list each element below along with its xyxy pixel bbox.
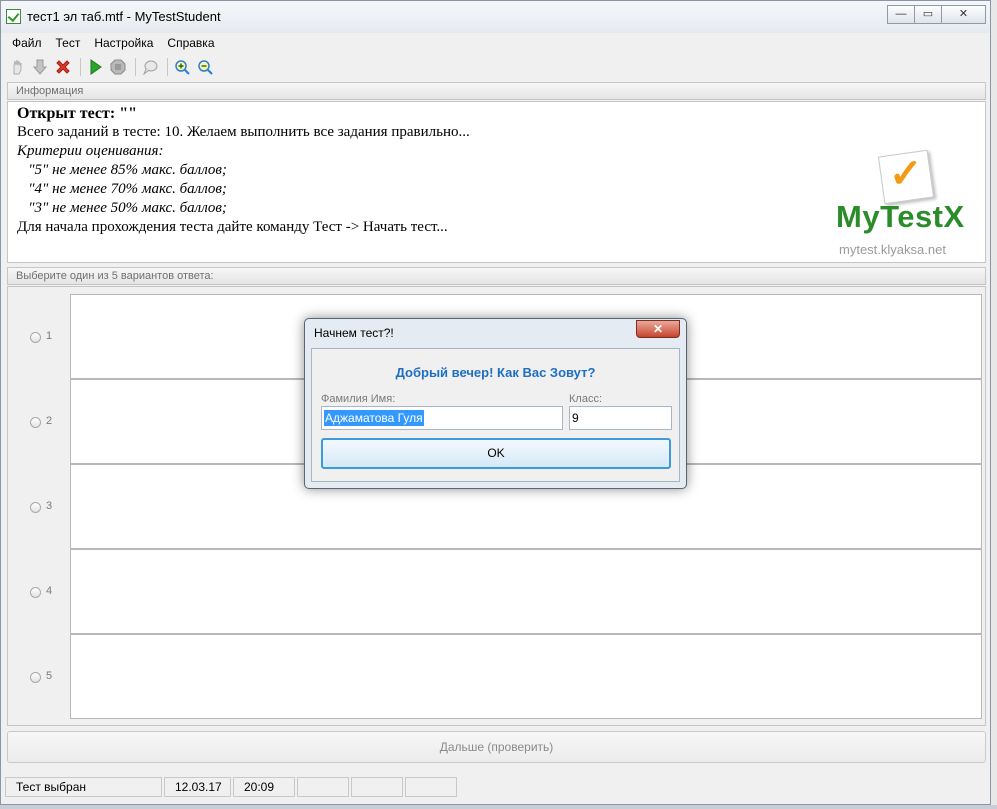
dialog-body: Добрый вечер! Как Вас Зовут? Фамилия Имя… [311, 348, 680, 482]
mytestx-logo: ✓ MyTestX mytest.klyaksa.net [829, 147, 977, 263]
hand-icon[interactable] [7, 57, 27, 77]
answer-option: 4 [8, 549, 985, 634]
info-header: Информация [7, 82, 986, 100]
close-button[interactable]: ✕ [941, 5, 986, 24]
answer-text-box[interactable] [70, 549, 982, 634]
minimize-button[interactable]: — [887, 5, 915, 24]
main-window: тест1 эл таб.mtf - MyTestStudent — ▭ ✕ Ф… [0, 0, 991, 805]
start-test-dialog: Начнем тест?! ✕ Добрый вечер! Как Вас Зо… [304, 318, 687, 489]
app-check-icon [6, 9, 21, 24]
next-check-button[interactable]: Дальше (проверить) [7, 731, 986, 763]
toolbar [7, 56, 218, 78]
answer-text-box[interactable] [70, 634, 982, 719]
menu-file[interactable]: Файл [5, 34, 49, 54]
answer-number: 2 [46, 415, 53, 427]
logo-checkmark-icon: ✓ [889, 152, 923, 196]
answers-header: Выберите один из 5 вариантов ответа: [7, 267, 986, 285]
menu-test[interactable]: Тест [49, 34, 88, 54]
ok-button[interactable]: OK [321, 438, 671, 469]
toolbar-separator [135, 58, 136, 76]
menu-settings[interactable]: Настройка [87, 34, 160, 54]
answer-number: 4 [46, 585, 53, 597]
class-label: Класс: [569, 393, 602, 405]
status-empty [405, 777, 457, 797]
delete-x-icon[interactable] [53, 57, 73, 77]
dialog-close-button[interactable]: ✕ [636, 320, 680, 338]
toolbar-separator [80, 58, 81, 76]
opened-test-line: Открыт тест: "" [17, 105, 137, 122]
total-tasks-line: Всего заданий в тесте: 10. Желаем выполн… [17, 124, 470, 140]
class-field[interactable]: 9 [569, 406, 672, 430]
menu-help[interactable]: Справка [160, 34, 221, 54]
answer-radio[interactable] [30, 672, 41, 683]
answer-number: 3 [46, 500, 53, 512]
answer-radio[interactable] [30, 417, 41, 428]
logo-url: mytest.klyaksa.net [839, 242, 946, 257]
name-field-value: Аджаматова Гуля [324, 410, 424, 426]
logo-brand: MyTestX [836, 199, 965, 234]
greeting-text: Добрый вечер! Как Вас Зовут? [395, 365, 596, 380]
play-icon[interactable] [85, 57, 105, 77]
desktop-background [991, 0, 997, 809]
zoom-out-icon[interactable] [195, 57, 215, 77]
status-empty [297, 777, 349, 797]
toolbar-separator [167, 58, 168, 76]
status-state: Тест выбран [5, 777, 162, 797]
window-title: тест1 эл таб.mtf - MyTestStudent [27, 9, 221, 24]
menu-bar: Файл Тест Настройка Справка [5, 34, 222, 54]
answer-number: 1 [46, 330, 53, 342]
desktop-background [0, 805, 997, 809]
window-controls: — ▭ ✕ [887, 5, 986, 24]
answer-option: 5 [8, 634, 985, 719]
answer-radio[interactable] [30, 587, 41, 598]
dialog-title: Начнем тест?! [314, 326, 394, 340]
maximize-button[interactable]: ▭ [914, 5, 942, 24]
status-date: 12.03.17 [164, 777, 231, 797]
title-bar: тест1 эл таб.mtf - MyTestStudent — ▭ ✕ [1, 1, 990, 33]
answer-radio[interactable] [30, 502, 41, 513]
name-label: Фамилия Имя: [321, 393, 396, 405]
stop-icon[interactable] [108, 57, 128, 77]
zoom-in-icon[interactable] [172, 57, 192, 77]
status-empty [351, 777, 403, 797]
status-bar: Тест выбран 12.03.17 20:09 [5, 777, 459, 797]
name-field[interactable]: Аджаматова Гуля [321, 406, 563, 430]
status-time: 20:09 [233, 777, 295, 797]
speech-bubble-icon[interactable] [140, 57, 160, 77]
down-arrow-icon[interactable] [30, 57, 50, 77]
answer-radio[interactable] [30, 332, 41, 343]
answer-number: 5 [46, 670, 53, 682]
